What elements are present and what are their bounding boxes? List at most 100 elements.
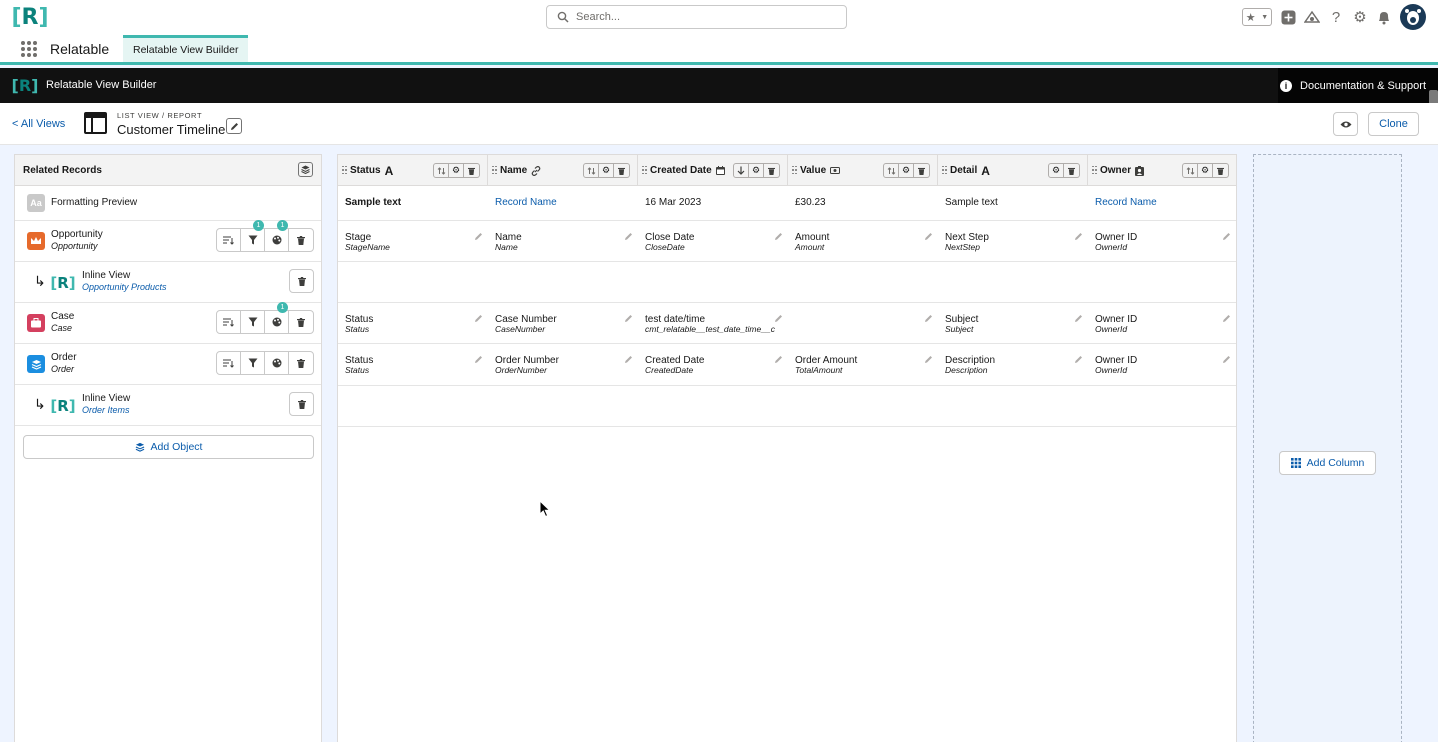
add-object-button[interactable]: Add Object [23,435,314,459]
setup-gear-icon[interactable]: ⚙ [1352,9,1368,26]
user-avatar[interactable] [1400,4,1426,30]
layers-button[interactable] [298,162,313,177]
pencil-icon[interactable] [624,355,633,364]
field-cell[interactable]: Subject Subject [938,303,1088,343]
tab-relatable-view-builder[interactable]: Relatable View Builder [123,35,249,62]
field-cell[interactable]: Order Number OrderNumber [488,344,638,385]
sort-button[interactable] [217,229,241,251]
field-cell[interactable]: Stage StageName [338,221,488,261]
field-cell[interactable]: Owner ID OwnerId [1088,344,1236,385]
preview-value[interactable]: Record Name [1095,197,1157,208]
field-cell[interactable]: Status Status [338,344,488,385]
object-row-opportunity[interactable]: Opportunity Opportunity 1 1 [15,220,321,262]
drag-handle-icon[interactable] [642,165,647,176]
preview-cell[interactable]: 16 Mar 2023 [638,186,788,220]
sort-button[interactable] [217,311,241,333]
preview-cell[interactable]: Sample text [338,186,488,220]
pencil-icon[interactable] [924,355,933,364]
global-search[interactable]: Search... [546,5,847,29]
sort-button[interactable] [217,352,241,374]
all-views-link[interactable]: < All Views [12,118,65,130]
pencil-icon[interactable] [774,232,783,241]
preview-value[interactable]: Record Name [495,197,557,208]
inline-view-row-opportunity-products[interactable]: ↳ [R] Inline View Opportunity Products [15,262,321,303]
documentation-support-link[interactable]: i Documentation & Support [1278,68,1438,103]
app-launcher-icon[interactable] [21,41,37,57]
preview-cell[interactable]: £30.23 [788,186,938,220]
object-row-order[interactable]: Order Order [15,344,321,385]
pencil-icon[interactable] [924,314,933,323]
preview-cell[interactable]: Record Name [488,186,638,220]
column-header-owner[interactable]: Owner ⚙ [1088,155,1236,186]
sort-toggle-button[interactable] [884,164,899,177]
preview-button[interactable] [1333,112,1358,136]
add-column-button[interactable]: Add Column [1279,451,1376,475]
delete-column-button[interactable] [464,164,479,177]
column-header-created-date[interactable]: Created Date ⚙ [638,155,788,186]
field-cell[interactable]: Case Number CaseNumber [488,303,638,343]
delete-column-button[interactable] [914,164,929,177]
filter-button[interactable]: 1 [241,220,265,251]
field-cell[interactable]: Status Status [338,303,488,343]
column-settings-button[interactable]: ⚙ [599,164,614,177]
edit-title-button[interactable] [226,118,242,134]
drag-handle-icon[interactable] [342,165,347,176]
pencil-icon[interactable] [924,232,933,241]
delete-button[interactable] [289,229,313,251]
drag-handle-icon[interactable] [1092,165,1097,176]
pencil-icon[interactable] [1222,232,1231,241]
color-rules-button[interactable] [265,352,289,374]
field-cell[interactable]: Description Description [938,344,1088,385]
field-cell[interactable]: Owner ID OwnerId [1088,303,1236,343]
field-cell[interactable]: Amount Amount [788,221,938,261]
column-settings-button[interactable]: ⚙ [749,164,764,177]
pencil-icon[interactable] [474,355,483,364]
add-column-dropzone[interactable]: Add Column [1253,154,1402,742]
column-header-name[interactable]: Name ⚙ [488,155,638,186]
delete-column-button[interactable] [1213,164,1228,177]
pencil-icon[interactable] [474,232,483,241]
drag-handle-icon[interactable] [942,165,947,176]
delete-column-button[interactable] [764,164,779,177]
delete-column-button[interactable] [1064,164,1079,177]
color-rules-button[interactable]: 1 [265,302,289,333]
color-rules-button[interactable]: 1 [265,220,289,251]
sort-toggle-button[interactable] [434,164,449,177]
pencil-icon[interactable] [624,232,633,241]
delete-button[interactable] [289,352,313,374]
pencil-icon[interactable] [1222,355,1231,364]
field-cell[interactable]: Order Amount TotalAmount [788,344,938,385]
sort-toggle-button[interactable] [584,164,599,177]
delete-button[interactable] [289,311,313,333]
column-settings-button[interactable]: ⚙ [1198,164,1213,177]
sort-descending-button[interactable] [734,164,749,177]
column-settings-button[interactable]: ⚙ [1049,164,1064,177]
inline-view-object[interactable]: Order Items [82,405,130,415]
pencil-icon[interactable] [624,314,633,323]
help-icon[interactable]: ? [1328,9,1344,26]
sort-toggle-button[interactable] [1183,164,1198,177]
field-cell[interactable] [788,303,938,343]
delete-column-button[interactable] [614,164,629,177]
filter-button[interactable] [241,311,265,333]
preview-cell[interactable]: Record Name [1088,186,1236,220]
relatable-logo[interactable]: [R] [11,4,48,30]
trailhead-icon[interactable] [1304,9,1320,25]
column-settings-button[interactable]: ⚙ [899,164,914,177]
field-cell[interactable]: Created Date CreatedDate [638,344,788,385]
field-cell[interactable]: Owner ID OwnerId [1088,221,1236,261]
inline-view-object[interactable]: Opportunity Products [82,282,167,292]
preview-cell[interactable]: Sample text [938,186,1088,220]
favorites-button[interactable]: ★ ▼ [1242,8,1272,26]
formatting-preview-row[interactable]: Aa Formatting Preview [15,186,321,221]
pencil-icon[interactable] [1222,314,1231,323]
delete-button[interactable] [289,392,314,416]
filter-button[interactable] [241,352,265,374]
column-header-value[interactable]: Value ⚙ [788,155,938,186]
clone-button[interactable]: Clone [1368,112,1419,136]
pencil-icon[interactable] [1074,232,1083,241]
delete-button[interactable] [289,269,314,293]
notifications-bell-icon[interactable] [1376,9,1392,25]
pencil-icon[interactable] [474,314,483,323]
field-cell[interactable]: Next Step NextStep [938,221,1088,261]
